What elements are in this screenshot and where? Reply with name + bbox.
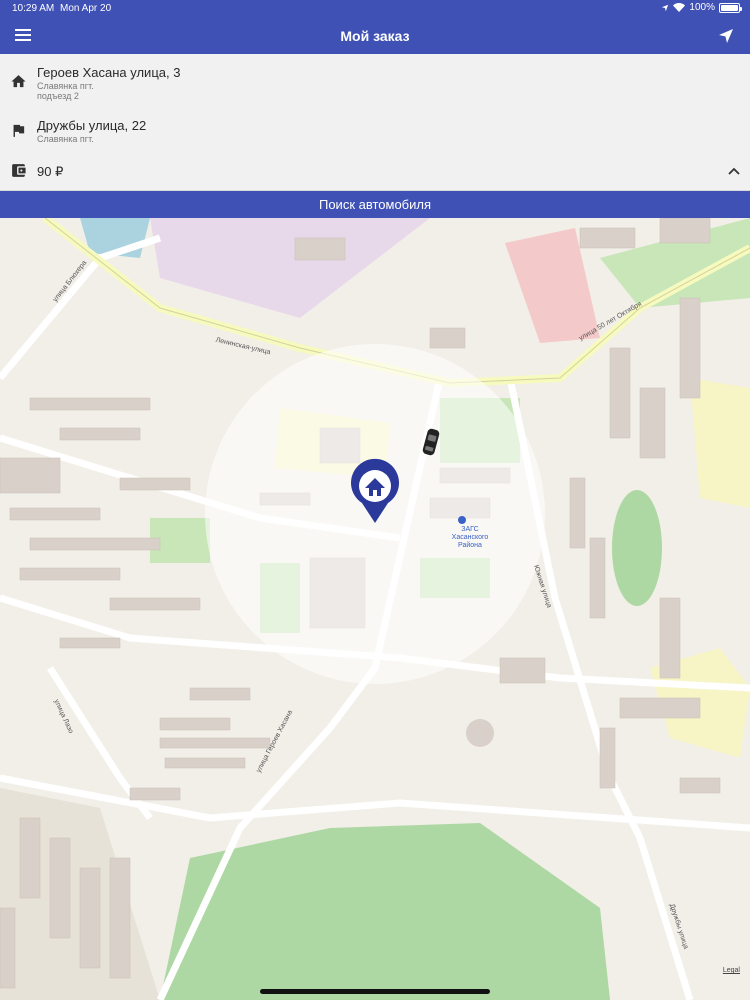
wallet-icon [12,164,26,177]
pickup-entrance: подъезд 2 [37,91,79,101]
order-details-panel: Героев Хасана улица, 3 Славянка пгт. под… [0,54,750,191]
pickup-street: Героев Хасана улица, 3 [37,65,181,80]
order-price: 90 ₽ [37,164,64,179]
pickup-locality: Славянка пгт. [37,81,94,91]
stadium [612,490,662,606]
status-time: 10:29 AM [12,3,55,14]
status-date: Mon Apr 20 [60,3,112,14]
destination-street: Дружбы улица, 22 [37,118,147,133]
location-status-icon [662,4,669,11]
status-bar: 10:29 AM Mon Apr 20 100% [0,0,750,18]
home-icon [11,75,26,88]
app-header: 10:29 AM Mon Apr 20 100% Мой заказ [0,0,750,54]
flag-icon [13,124,25,137]
battery-percent: 100% [689,2,715,13]
home-indicator [260,989,490,994]
roundabout-building [466,719,494,747]
battery-fill [721,4,738,11]
wifi-icon [673,3,686,12]
map-canvas[interactable] [0,218,750,1000]
status-indicators: 100% [661,2,742,13]
page-title: Мой заказ [340,28,410,44]
destination-locality: Славянка пгт. [37,134,94,144]
navigation-arrow-icon[interactable] [718,28,734,44]
legal-link[interactable]: Legal [723,967,740,974]
car-search-status-button[interactable]: Поиск автомобиля [0,191,750,218]
zags-poi-icon [458,516,466,524]
zags-poi-label: ЗАГС Хасанского Района [430,526,510,550]
chevron-up-icon[interactable] [728,167,740,175]
battery-icon [719,2,742,13]
zags-label: ЗАГС Хасанского Района [451,526,489,549]
map-view[interactable]: Ленинская-улица улица Блюхера улица Геро… [0,218,750,1000]
